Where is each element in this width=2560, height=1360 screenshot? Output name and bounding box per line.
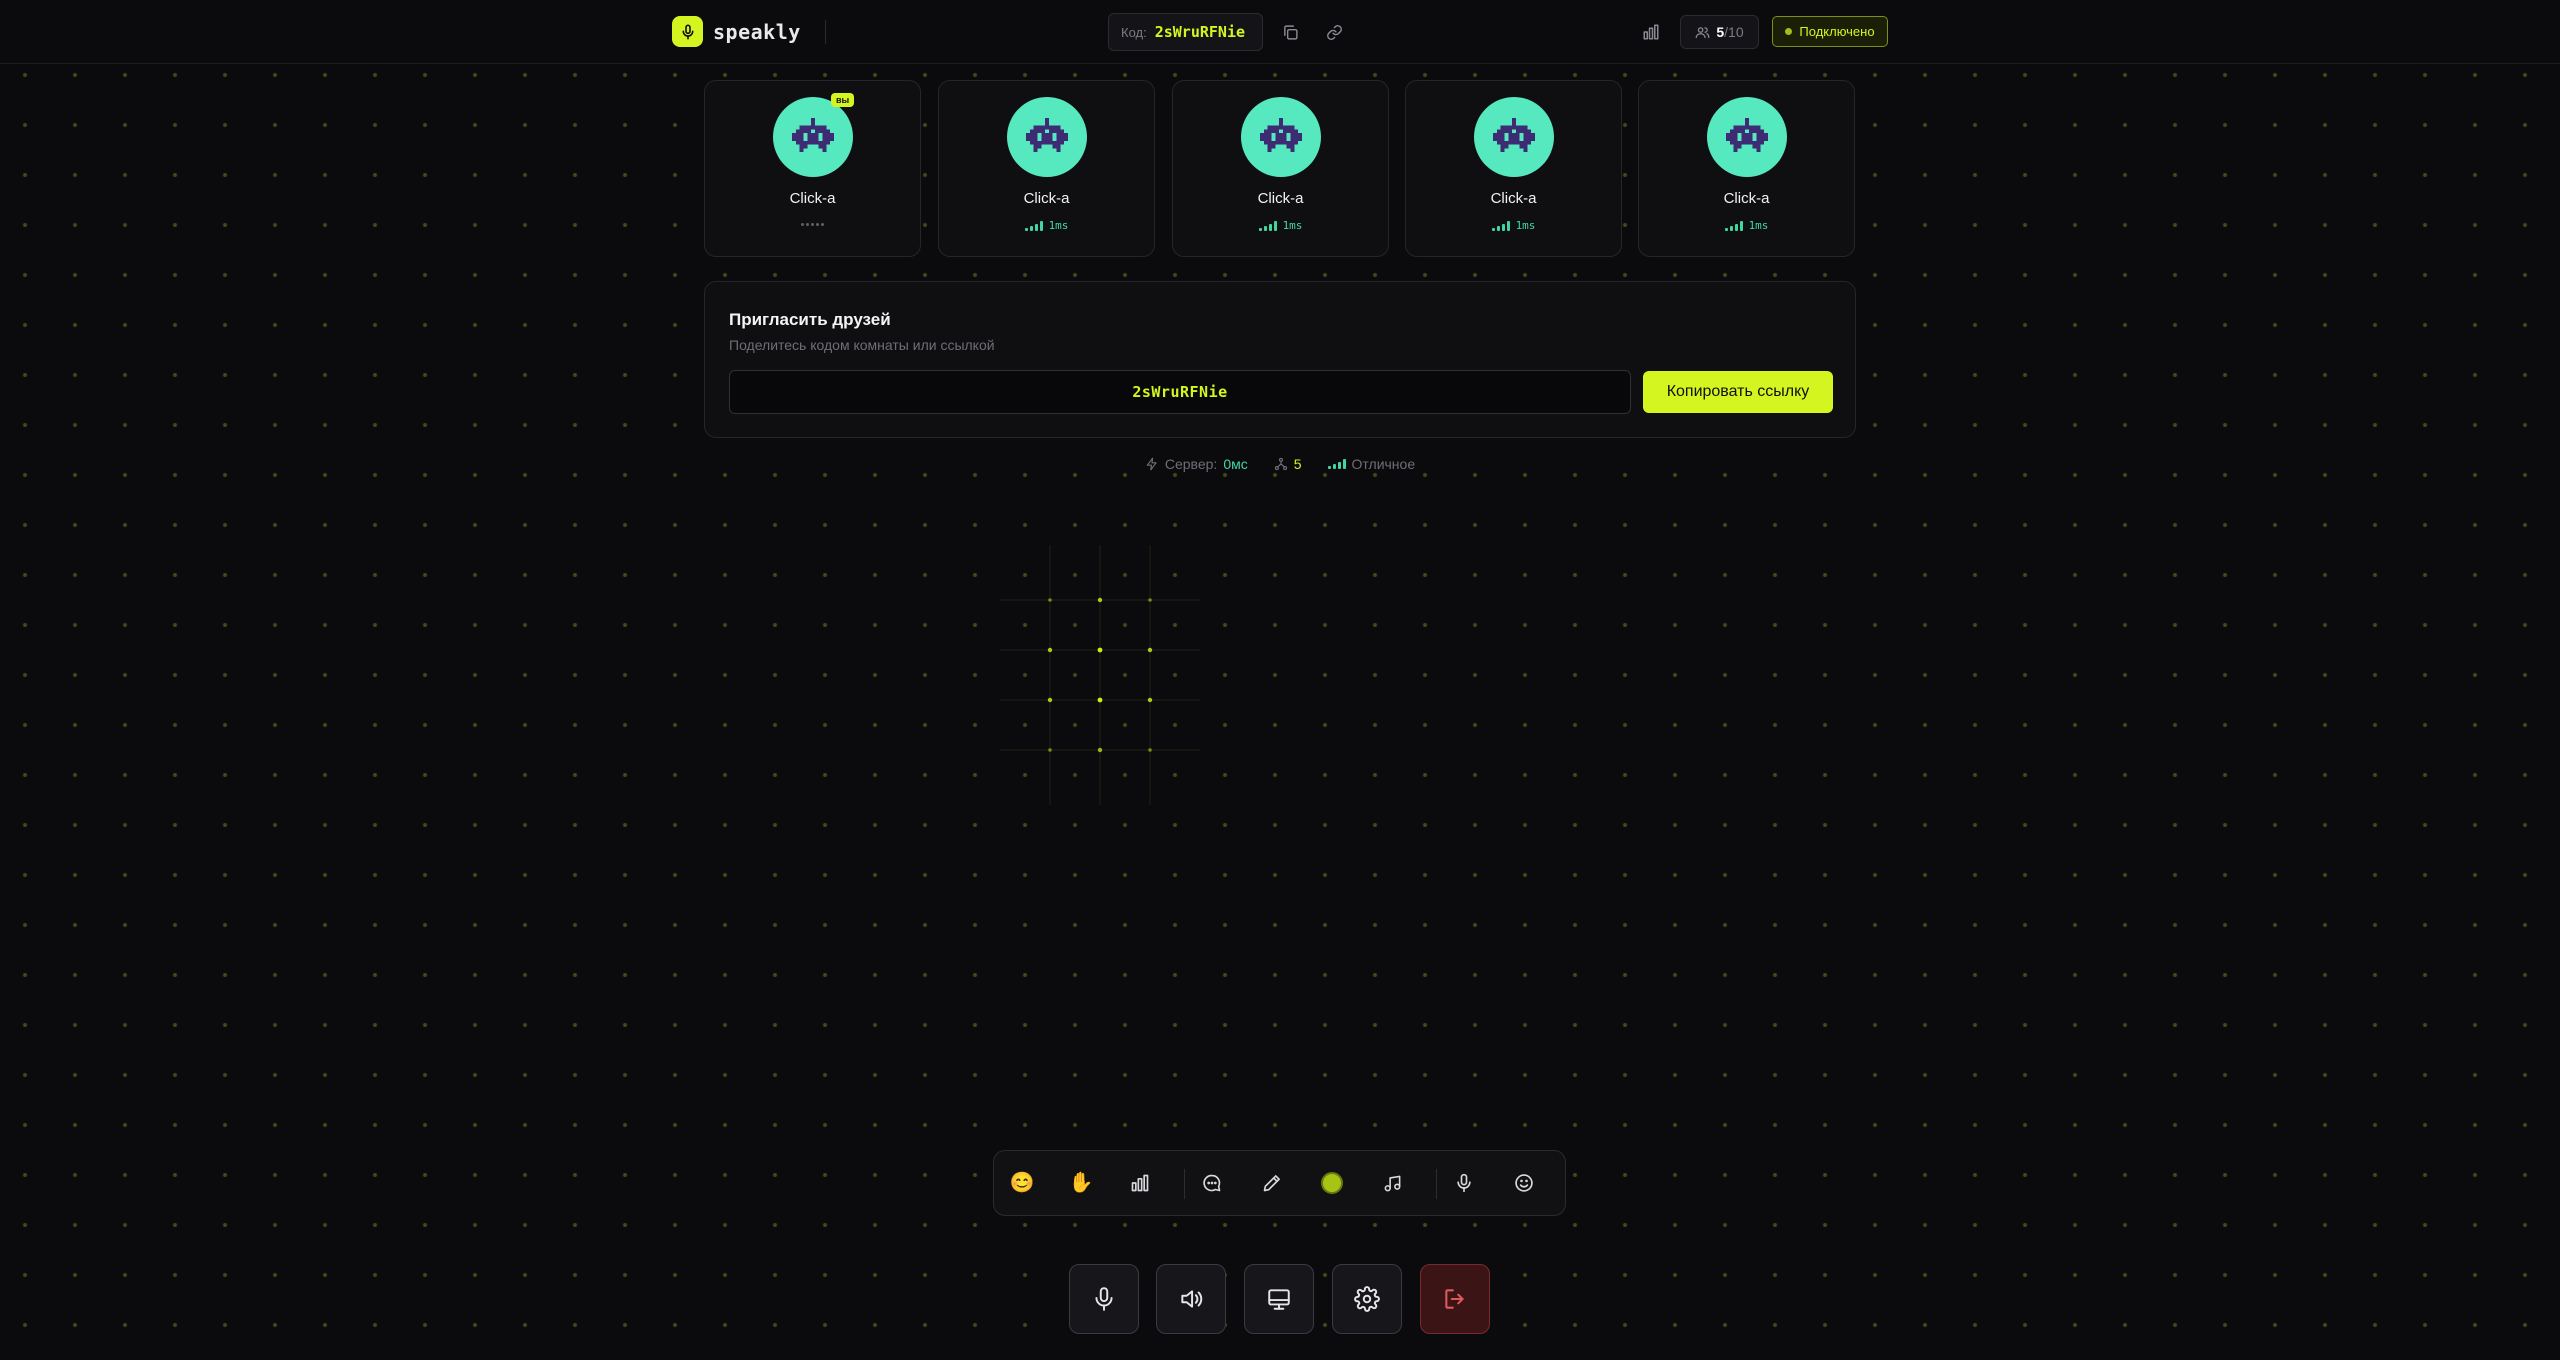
speaker-icon: [1178, 1286, 1204, 1312]
users-icon: [1695, 25, 1710, 40]
signal-bars-icon: [1491, 221, 1510, 231]
network-users-icon: [1274, 457, 1288, 471]
screen-share-button[interactable]: [1244, 1264, 1314, 1334]
participant-name: Click-a: [1023, 190, 1070, 207]
app-name: speakly: [713, 19, 801, 44]
robot-avatar-icon: [1260, 118, 1302, 156]
speaker-button[interactable]: [1156, 1264, 1226, 1334]
stats-chart-icon[interactable]: [1639, 20, 1663, 44]
participant-card[interactable]: Click-a 1ms: [1172, 80, 1389, 257]
participant-ping: 1ms: [1406, 220, 1621, 231]
users-stat: 5: [1274, 456, 1302, 472]
toolbar-divider: [1184, 1169, 1185, 1199]
color-picker-button[interactable]: [1317, 1168, 1347, 1198]
top-bar: speakly Код: 2sWruRFNie 5/10 Подключено: [0, 0, 2560, 64]
quality-stat: Отличное: [1327, 456, 1416, 472]
participant-ping: 1ms: [1173, 220, 1388, 231]
signal-bars-icon: [1258, 221, 1277, 231]
toolbar-divider: [1436, 1169, 1437, 1199]
decorative-grid: [990, 545, 1210, 805]
participant-ping: 1ms: [939, 220, 1154, 231]
signal-bars-icon: [1327, 459, 1346, 469]
connection-status-text: Подключено: [1799, 24, 1875, 39]
participant-card[interactable]: Click-a 1ms: [938, 80, 1155, 257]
participant-name: Click-a: [789, 190, 836, 207]
connection-stats: Сервер: 0мс 5 Отличное: [0, 454, 2560, 474]
exit-icon: [1442, 1286, 1468, 1312]
poll-chart-icon[interactable]: [1125, 1168, 1155, 1198]
invite-title: Пригласить друзей: [729, 310, 891, 329]
leave-call-button[interactable]: [1420, 1264, 1490, 1334]
participant-count[interactable]: 5/10: [1680, 15, 1759, 49]
settings-button[interactable]: [1332, 1264, 1402, 1334]
idle-dots-icon: [705, 223, 920, 226]
status-dot-icon: [1785, 28, 1793, 35]
signal-bars-icon: [1724, 221, 1743, 231]
pencil-draw-icon[interactable]: [1257, 1168, 1287, 1198]
copy-link-button[interactable]: Копировать ссылку: [1643, 371, 1833, 413]
participant-card[interactable]: вы Click-a: [704, 80, 921, 257]
smiley-icon[interactable]: [1509, 1168, 1539, 1198]
ping-value: 1ms: [1048, 219, 1069, 232]
microphone-button[interactable]: [1069, 1264, 1139, 1334]
robot-avatar-icon: [1726, 118, 1768, 156]
robot-avatar-icon: [792, 118, 834, 156]
participant-card[interactable]: Click-a 1ms: [1638, 80, 1855, 257]
voice-effect-mic-icon[interactable]: [1449, 1168, 1479, 1198]
ping-value: 1ms: [1515, 219, 1536, 232]
room-code-label: Код:: [1121, 24, 1147, 40]
ping-value: 1ms: [1282, 219, 1303, 232]
room-code-value: 2sWruRFNie: [1154, 23, 1246, 41]
header-divider: [825, 20, 826, 44]
avatar: [1707, 97, 1787, 177]
invite-subtitle: Поделитесь кодом комнаты или ссылкой: [729, 337, 995, 353]
gear-icon: [1354, 1286, 1380, 1312]
raise-hand-button[interactable]: ✋: [1066, 1168, 1096, 1198]
avatar: [1241, 97, 1321, 177]
link-icon[interactable]: [1322, 20, 1346, 44]
server-stat: Сервер: 0мс: [1145, 456, 1248, 472]
reaction-toolbar: 😊 ✋: [993, 1150, 1566, 1216]
robot-avatar-icon: [1493, 118, 1535, 156]
selected-color-swatch: [1321, 1172, 1343, 1194]
quality-value: Отличное: [1351, 456, 1416, 472]
avatar: [1474, 97, 1554, 177]
server-latency: 0мс: [1223, 456, 1248, 472]
copy-icon[interactable]: [1278, 20, 1302, 44]
brand[interactable]: speakly: [672, 16, 801, 47]
connection-status-badge: Подключено: [1772, 16, 1888, 47]
self-badge: вы: [831, 93, 855, 107]
music-note-icon[interactable]: [1377, 1168, 1407, 1198]
ping-value: 1ms: [1748, 219, 1769, 232]
mic-logo-icon: [672, 16, 703, 47]
microphone-icon: [1091, 1286, 1117, 1312]
room-code-pill[interactable]: Код: 2sWruRFNie: [1108, 13, 1263, 51]
participant-ping: 1ms: [1639, 220, 1854, 231]
avatar: [1007, 97, 1087, 177]
participant-count-current: 5: [1716, 24, 1725, 40]
participant-count-max: /10: [1724, 24, 1744, 40]
participant-name: Click-a: [1723, 190, 1770, 207]
monitor-icon: [1266, 1286, 1292, 1312]
invite-code-field[interactable]: 2sWruRFNie: [729, 370, 1631, 414]
users-count: 5: [1293, 456, 1302, 472]
emoji-reaction-button[interactable]: 😊: [1007, 1168, 1037, 1198]
signal-bars-icon: [1024, 221, 1043, 231]
participant-name: Click-a: [1257, 190, 1304, 207]
participant-name: Click-a: [1490, 190, 1537, 207]
robot-avatar-icon: [1026, 118, 1068, 156]
server-label: Сервер:: [1164, 456, 1218, 472]
avatar: [773, 97, 853, 177]
invite-panel: Пригласить друзей Поделитесь кодом комна…: [704, 281, 1856, 438]
chat-bubble-icon[interactable]: [1197, 1168, 1227, 1198]
lightning-icon: [1145, 457, 1159, 471]
participant-card[interactable]: Click-a 1ms: [1405, 80, 1622, 257]
